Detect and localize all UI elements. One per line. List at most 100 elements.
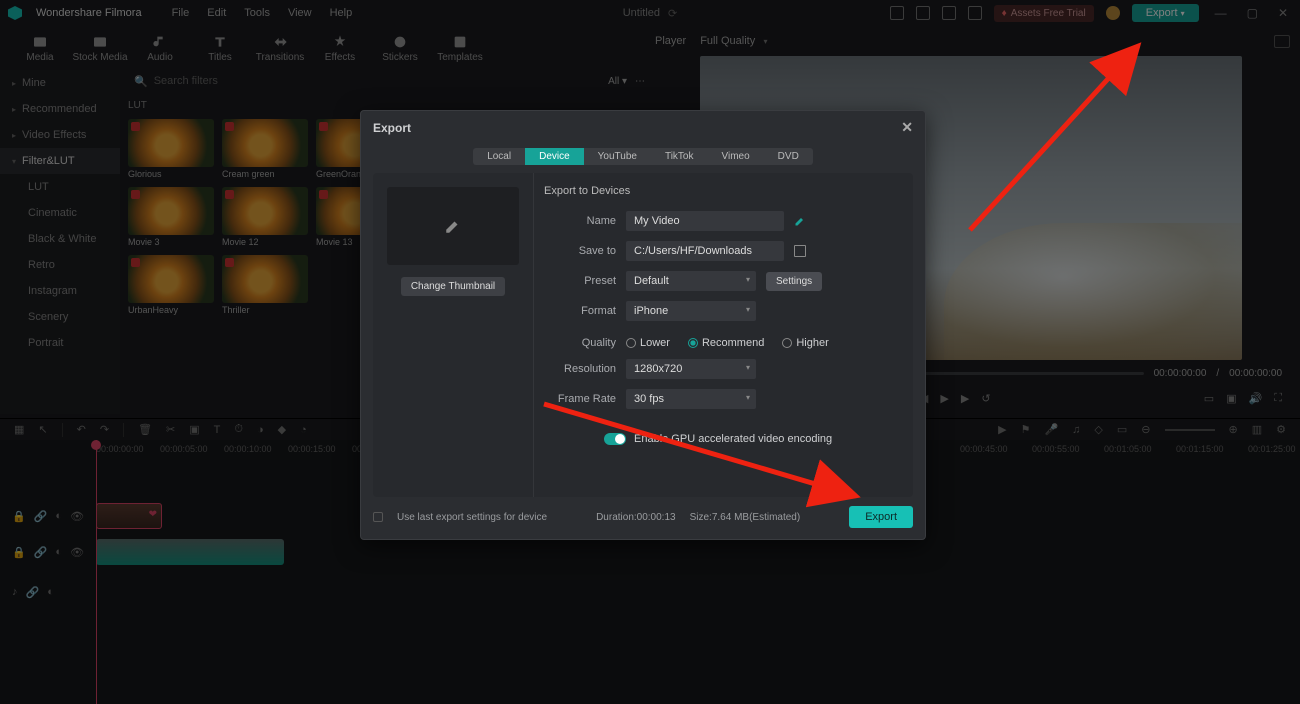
- format-dropdown[interactable]: iPhone: [626, 301, 756, 321]
- track-mute-icon[interactable]: ◐: [47, 586, 54, 598]
- filter-thumb[interactable]: Thriller: [222, 255, 308, 315]
- maintab-media[interactable]: Media: [10, 34, 70, 63]
- tl-render-icon[interactable]: ▭: [1117, 423, 1127, 436]
- search-icon[interactable]: 🔍: [134, 75, 148, 88]
- window-close-icon[interactable]: ✕: [1274, 6, 1292, 20]
- tl-undo-icon[interactable]: ↶: [77, 423, 86, 436]
- tl-crop-icon[interactable]: ▣: [189, 423, 199, 436]
- quality-radio-higher[interactable]: Higher: [782, 337, 828, 349]
- preset-dropdown[interactable]: Default: [626, 271, 756, 291]
- layout-icon-4[interactable]: [968, 6, 982, 20]
- maintab-effects[interactable]: Effects: [310, 34, 370, 63]
- filter-thumb[interactable]: Movie 3: [128, 187, 214, 247]
- maintab-stock-media[interactable]: Stock Media: [70, 34, 130, 63]
- window-minimize-icon[interactable]: —: [1211, 6, 1231, 20]
- sidebar-item-video-effects[interactable]: Video Effects: [0, 122, 120, 148]
- top-export-button[interactable]: Export ▾: [1132, 4, 1199, 22]
- track-eye-icon[interactable]: 👁: [70, 546, 84, 559]
- search-input[interactable]: Search filters: [154, 75, 218, 87]
- more-options-icon[interactable]: ⋯: [635, 76, 645, 87]
- export-tab-youtube[interactable]: YouTube: [584, 148, 651, 165]
- export-modal-close-icon[interactable]: ✕: [901, 119, 913, 136]
- layout-icon-1[interactable]: [890, 6, 904, 20]
- name-input[interactable]: [626, 211, 784, 231]
- tl-zoom-slider[interactable]: [1165, 429, 1215, 431]
- window-maximize-icon[interactable]: ▢: [1243, 6, 1262, 20]
- tl-delete-icon[interactable]: 🗑: [138, 423, 152, 436]
- sidebar-sub-portrait[interactable]: Portrait: [0, 330, 120, 356]
- scope-dropdown[interactable]: All ▾: [608, 76, 627, 87]
- display-mode-icon[interactable]: ▭: [1204, 392, 1214, 405]
- saveto-input[interactable]: [626, 241, 784, 261]
- rename-icon[interactable]: [794, 215, 806, 227]
- menu-tools[interactable]: Tools: [244, 7, 270, 19]
- quality-dropdown[interactable]: Full Quality: [700, 35, 767, 47]
- tl-mark-icon[interactable]: ◔: [300, 424, 307, 436]
- sidebar-sub-retro[interactable]: Retro: [0, 252, 120, 278]
- layout-icon-2[interactable]: [916, 6, 930, 20]
- filter-thumb[interactable]: Cream green: [222, 119, 308, 179]
- tl-fit-icon[interactable]: ▥: [1252, 423, 1262, 436]
- tl-tool-grid-icon[interactable]: ▦: [14, 423, 24, 436]
- track-link-icon[interactable]: 🔗: [34, 546, 48, 559]
- assets-trial-button[interactable]: ♦Assets Free Trial: [994, 5, 1094, 22]
- track-lock-icon[interactable]: 🔒: [12, 510, 26, 523]
- export-tab-dvd[interactable]: DVD: [764, 148, 813, 165]
- tl-tool-pointer-icon[interactable]: ↖: [38, 423, 47, 436]
- tl-green-icon[interactable]: ◆: [278, 423, 286, 436]
- export-tab-local[interactable]: Local: [473, 148, 525, 165]
- maintab-titles[interactable]: Titles: [190, 34, 250, 63]
- sidebar-item-mine[interactable]: Mine: [0, 70, 120, 96]
- track-eye-icon[interactable]: 👁: [70, 510, 84, 523]
- track-link-icon[interactable]: 🔗: [34, 510, 48, 523]
- sidebar-sub-scenery[interactable]: Scenery: [0, 304, 120, 330]
- sidebar-sub-bw[interactable]: Black & White: [0, 226, 120, 252]
- sidebar-sub-cinematic[interactable]: Cinematic: [0, 200, 120, 226]
- sidebar-item-recommended[interactable]: Recommended: [0, 96, 120, 122]
- tl-settings-icon[interactable]: ⚙: [1276, 423, 1286, 436]
- tl-play-icon[interactable]: ▶: [998, 423, 1006, 436]
- tl-keyframe-icon[interactable]: ◇: [1094, 423, 1102, 436]
- tl-zoom-out-icon[interactable]: ⊖: [1141, 423, 1150, 436]
- track-link-icon[interactable]: 🔗: [26, 586, 40, 599]
- export-tab-tiktok[interactable]: TikTok: [651, 148, 708, 165]
- tl-mixer-icon[interactable]: ♫: [1072, 424, 1080, 436]
- play-icon[interactable]: ▶: [940, 392, 948, 405]
- cloud-sync-icon[interactable]: ⟳: [668, 7, 677, 20]
- menu-file[interactable]: File: [172, 7, 190, 19]
- tl-mic-icon[interactable]: 🎤: [1044, 423, 1058, 436]
- menu-edit[interactable]: Edit: [207, 7, 226, 19]
- quality-radio-lower[interactable]: Lower: [626, 337, 670, 349]
- gpu-toggle[interactable]: [604, 433, 626, 445]
- sidebar-item-filter-lut[interactable]: Filter&LUT: [0, 148, 120, 174]
- tl-zoom-in-icon[interactable]: ⊕: [1229, 423, 1238, 436]
- layout-icon-3[interactable]: [942, 6, 956, 20]
- tl-text-icon[interactable]: T: [214, 424, 221, 436]
- volume-icon[interactable]: 🔊: [1249, 392, 1263, 405]
- track-mute-icon[interactable]: ◐: [55, 546, 62, 558]
- sidebar-sub-lut[interactable]: LUT: [0, 174, 120, 200]
- filter-thumb[interactable]: Movie 12: [222, 187, 308, 247]
- timeline-playhead[interactable]: [96, 440, 97, 704]
- preset-settings-button[interactable]: Settings: [766, 272, 822, 291]
- maintab-templates[interactable]: Templates: [430, 34, 490, 63]
- sidebar-sub-instagram[interactable]: Instagram: [0, 278, 120, 304]
- loop-icon[interactable]: ↺: [981, 392, 990, 405]
- maintab-stickers[interactable]: Stickers: [370, 34, 430, 63]
- tl-color-icon[interactable]: ◑: [257, 424, 264, 436]
- remember-settings-checkbox[interactable]: [373, 512, 383, 522]
- tl-redo-icon[interactable]: ↷: [100, 423, 109, 436]
- clip-video[interactable]: [96, 539, 284, 565]
- menu-help[interactable]: Help: [330, 7, 353, 19]
- filter-thumb[interactable]: Glorious: [128, 119, 214, 179]
- track-lock-icon[interactable]: 🔒: [12, 546, 26, 559]
- tl-marker-icon[interactable]: ⚑: [1021, 423, 1031, 436]
- fullscreen-icon[interactable]: ⛶: [1274, 392, 1282, 405]
- resolution-dropdown[interactable]: 1280x720: [626, 359, 756, 379]
- export-tab-vimeo[interactable]: Vimeo: [708, 148, 764, 165]
- maintab-transitions[interactable]: Transitions: [250, 34, 310, 63]
- track-mute-icon[interactable]: ◐: [55, 510, 62, 522]
- maintab-audio[interactable]: Audio: [130, 34, 190, 63]
- quality-radio-recommend[interactable]: Recommend: [688, 337, 764, 349]
- clip-effect[interactable]: [96, 503, 162, 529]
